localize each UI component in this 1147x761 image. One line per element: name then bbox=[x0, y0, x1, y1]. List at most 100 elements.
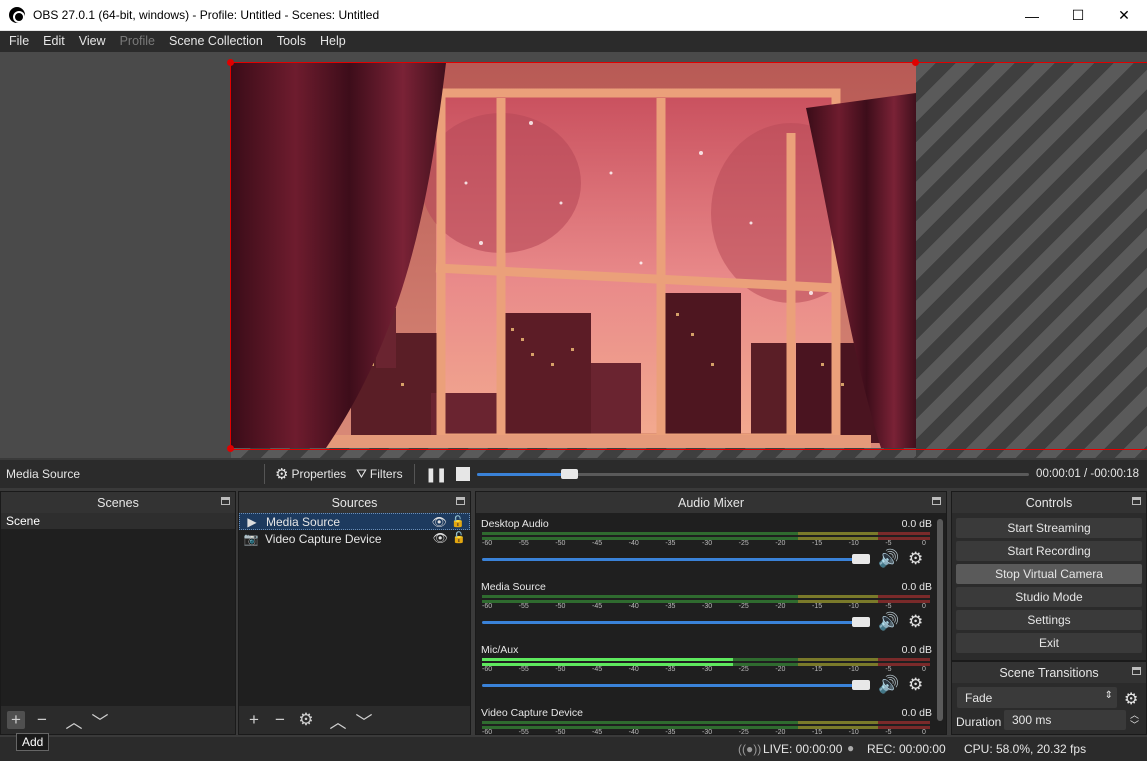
volume-slider[interactable] bbox=[482, 684, 866, 687]
move-source-up-button[interactable]: ︿ bbox=[329, 711, 347, 732]
media-time: 00:00:01 / -00:00:18 bbox=[1036, 468, 1139, 480]
transition-select[interactable]: Fade ⇕ bbox=[957, 687, 1117, 708]
gear-icon[interactable]: ⚙ bbox=[908, 549, 923, 569]
meter-tick-label: -35 bbox=[665, 666, 676, 673]
menu-edit[interactable]: Edit bbox=[36, 31, 72, 52]
duration-stepper-icon[interactable]: ︿ ﹀ bbox=[1130, 710, 1139, 730]
move-source-down-button[interactable]: ﹀ bbox=[355, 711, 373, 732]
menu-help[interactable]: Help bbox=[313, 31, 353, 52]
scenes-footer: + − ︿ ﹀ bbox=[1, 706, 235, 734]
resize-handle-bottom-left[interactable] bbox=[227, 445, 234, 452]
channel-db: 0.0 dB bbox=[901, 644, 932, 656]
menu-view[interactable]: View bbox=[72, 31, 113, 52]
minimize-button[interactable]: — bbox=[1009, 0, 1055, 31]
resize-handle-top-left[interactable] bbox=[227, 59, 234, 66]
transition-properties-gear-icon[interactable]: ⚙ bbox=[1124, 689, 1138, 709]
remove-source-button[interactable]: − bbox=[271, 710, 289, 729]
speaker-icon[interactable]: 🔊 bbox=[878, 675, 899, 695]
visibility-eye-icon[interactable]: 👁 bbox=[432, 515, 447, 529]
volume-slider[interactable] bbox=[482, 621, 866, 624]
studio-mode-button[interactable]: Studio Mode bbox=[956, 587, 1142, 607]
dock-float-icon[interactable] bbox=[1132, 667, 1141, 675]
seek-progress-fill bbox=[477, 473, 571, 476]
meter-scale: -60 -55 -50 -45 -40 -35 -30 -25 -20 -15 -10 -5 0 bbox=[482, 666, 930, 676]
meter-green-zone bbox=[482, 532, 798, 535]
transition-value: Fade bbox=[965, 690, 993, 705]
scrollbar-thumb[interactable] bbox=[937, 519, 943, 721]
sources-header: Sources bbox=[239, 492, 470, 513]
lock-icon[interactable]: 🔓 bbox=[452, 531, 466, 544]
lock-icon[interactable]: 🔓 bbox=[451, 515, 465, 528]
close-button[interactable]: ✕ bbox=[1101, 0, 1147, 31]
exit-button[interactable]: Exit bbox=[956, 633, 1142, 653]
source-item-video-capture-device[interactable]: 📷 Video Capture Device 👁 🔓 bbox=[239, 530, 470, 547]
dock-float-icon[interactable] bbox=[221, 497, 230, 505]
remove-scene-button[interactable]: − bbox=[33, 710, 51, 729]
visibility-eye-icon[interactable]: 👁 bbox=[433, 531, 448, 545]
mixer-scrollbar[interactable] bbox=[936, 516, 944, 724]
speaker-icon[interactable]: 🔊 bbox=[878, 549, 899, 569]
stop-virtual-camera-button[interactable]: Stop Virtual Camera bbox=[956, 564, 1142, 584]
settings-button[interactable]: Settings bbox=[956, 610, 1142, 630]
volume-slider-handle[interactable] bbox=[852, 554, 870, 564]
start-recording-button[interactable]: Start Recording bbox=[956, 541, 1142, 561]
media-source-frame[interactable] bbox=[231, 63, 916, 448]
meter-scale: -60 -55 -50 -45 -40 -35 -30 -25 -20 -15 -10 -5 0 bbox=[482, 540, 930, 550]
seek-slider-handle[interactable] bbox=[561, 469, 579, 479]
add-tooltip: Add bbox=[16, 733, 50, 751]
duration-label: Duration bbox=[956, 715, 1002, 729]
dock-float-icon[interactable] bbox=[1132, 497, 1141, 505]
cpu-fps: CPU: 58.0%, 20.32 fps bbox=[964, 742, 1087, 756]
filters-button[interactable]: ⛛ Filters bbox=[356, 464, 403, 484]
add-source-button[interactable]: + bbox=[245, 710, 263, 729]
meter-tick-label: -55 bbox=[518, 540, 529, 547]
mixer-channel: Desktop Audio 0.0 dB -60 -55 -50 -45 -40 -35 -30… bbox=[480, 516, 932, 579]
menu-profile[interactable]: Profile bbox=[113, 31, 162, 52]
resize-handle-top-right[interactable] bbox=[912, 59, 919, 66]
meter-tick-label: -30 bbox=[702, 540, 713, 547]
speaker-icon[interactable]: 🔊 bbox=[878, 612, 899, 632]
meter-tick-label: 0 bbox=[922, 603, 926, 610]
meter-tick-label: -15 bbox=[812, 603, 823, 610]
scene-item[interactable]: Scene bbox=[1, 513, 235, 529]
source-item-media-source[interactable]: ▶ Media Source 👁 🔓 bbox=[239, 513, 470, 530]
meter-tick-label: 0 bbox=[922, 540, 926, 547]
meter-tick-label: -55 bbox=[518, 666, 529, 673]
meter-tick-label: -30 bbox=[702, 729, 713, 736]
volume-slider-handle[interactable] bbox=[852, 680, 870, 690]
volume-meter bbox=[482, 595, 930, 603]
meter-tick-label: -30 bbox=[702, 666, 713, 673]
move-scene-up-button[interactable]: ︿ bbox=[65, 711, 83, 732]
gear-icon[interactable]: ⚙ bbox=[908, 675, 923, 695]
pause-button[interactable]: ❚❚ bbox=[425, 464, 447, 484]
volume-slider-handle[interactable] bbox=[852, 617, 870, 627]
toolbar-separator bbox=[264, 464, 265, 484]
scenes-dock: Scenes Scene + − ︿ ﹀ bbox=[0, 491, 236, 735]
scenes-list[interactable]: Scene bbox=[1, 513, 235, 706]
volume-slider[interactable] bbox=[482, 558, 866, 561]
preview-canvas[interactable] bbox=[0, 52, 1147, 458]
maximize-button[interactable]: ☐ bbox=[1055, 0, 1101, 31]
scene-transitions-title: Scene Transitions bbox=[999, 665, 1099, 680]
menu-file[interactable]: File bbox=[2, 31, 36, 52]
start-streaming-button[interactable]: Start Streaming bbox=[956, 518, 1142, 538]
stop-button[interactable] bbox=[456, 464, 470, 484]
sources-list[interactable]: ▶ Media Source 👁 🔓 📷 Video Capture Devic… bbox=[239, 513, 470, 706]
dock-float-icon[interactable] bbox=[932, 497, 941, 505]
meter-tick-label: -35 bbox=[665, 603, 676, 610]
move-scene-down-button[interactable]: ﹀ bbox=[91, 711, 109, 732]
duration-input[interactable]: 300 ms bbox=[1004, 710, 1126, 730]
meter-tick-label: -60 bbox=[482, 540, 493, 547]
menu-tools[interactable]: Tools bbox=[270, 31, 313, 52]
menu-scene-collection[interactable]: Scene Collection bbox=[162, 31, 270, 52]
dock-float-icon[interactable] bbox=[456, 497, 465, 505]
source-properties-button[interactable]: ⚙ bbox=[297, 710, 315, 729]
add-scene-button[interactable]: + bbox=[7, 710, 25, 729]
preview-out-of-bounds-area bbox=[916, 63, 1147, 458]
meter-tick-label: -45 bbox=[592, 729, 603, 736]
gear-icon[interactable]: ⚙ bbox=[908, 612, 923, 632]
meter-tick-label: -40 bbox=[628, 666, 639, 673]
media-seek-slider[interactable] bbox=[477, 469, 1029, 479]
properties-button[interactable]: ⚙ Properties bbox=[275, 464, 346, 484]
meter-tick-label: -10 bbox=[848, 603, 859, 610]
